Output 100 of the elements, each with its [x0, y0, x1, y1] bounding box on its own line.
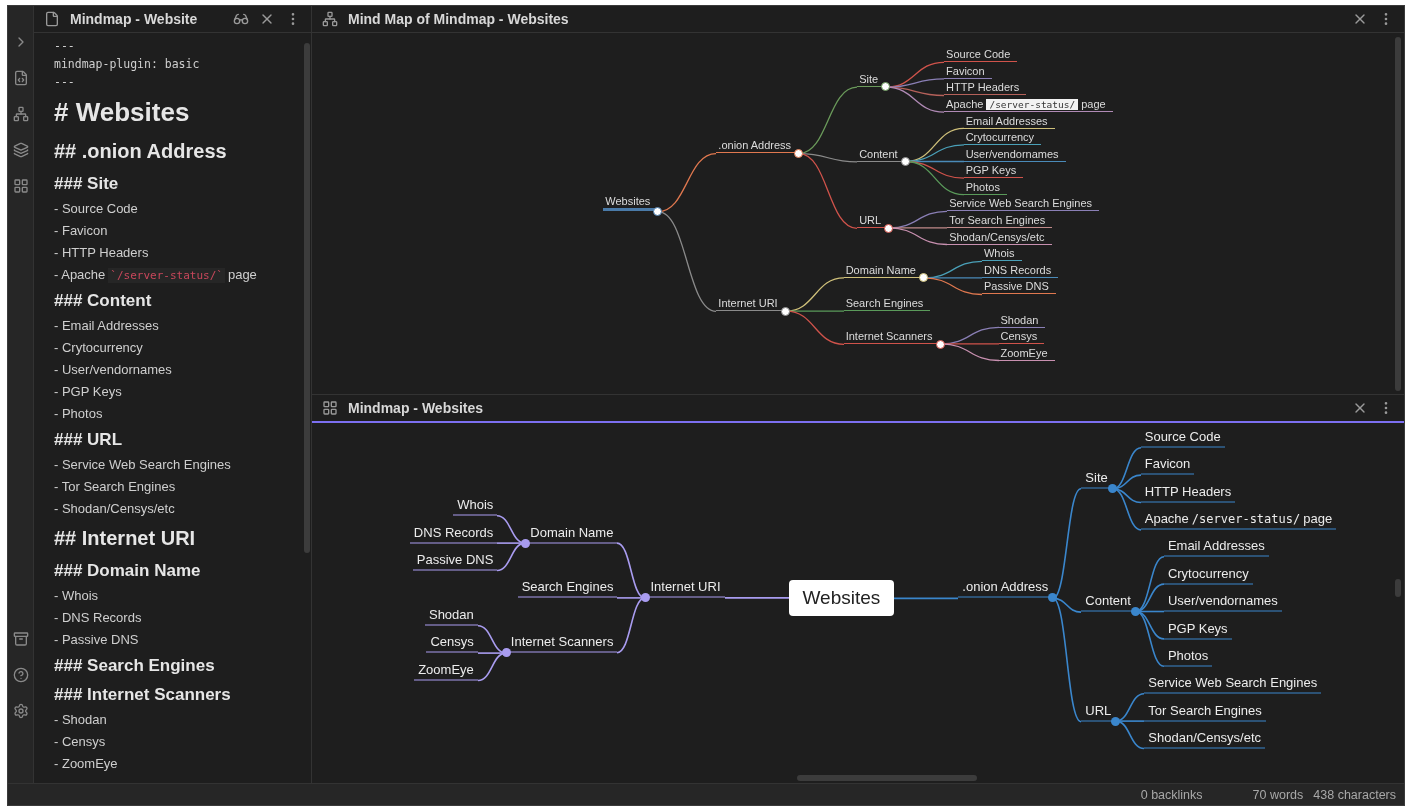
grid-icon[interactable] — [322, 400, 338, 416]
heading: ## Internet URI — [54, 526, 197, 551]
list-item: - ZoomEye — [54, 755, 119, 773]
mindmap-node[interactable]: Source Code — [944, 48, 1018, 63]
mindmap-node[interactable]: PGP Keys — [1163, 620, 1232, 640]
mindmap-node[interactable]: Photos — [963, 180, 1007, 195]
mindmap-node[interactable]: Tor Search Engines — [947, 214, 1053, 229]
list-item: - Tor Search Engines — [54, 478, 177, 496]
reading-view-icon[interactable] — [233, 11, 249, 27]
mindmap-node[interactable]: Shodan — [424, 606, 478, 626]
node-dot[interactable] — [935, 339, 945, 349]
mindmap-node[interactable]: Search Engines — [517, 579, 618, 598]
heading: ### Internet Scanners — [54, 684, 232, 706]
mindmap-node[interactable]: PGP Keys — [963, 164, 1024, 179]
heading: ### Site — [54, 173, 120, 195]
heading: # Websites — [54, 96, 191, 129]
list-item: - Apache `/server-status/` page — [54, 266, 258, 285]
pane-title: Mind Map of Mindmap - Websites — [348, 11, 570, 27]
node-dot[interactable] — [1107, 483, 1117, 493]
mindmap-node[interactable]: Apache /server-status/ page — [1140, 510, 1337, 530]
scrollbar[interactable] — [304, 43, 310, 553]
heading: ### Domain Name — [54, 560, 202, 582]
mindmap-node[interactable]: HTTP Headers — [944, 81, 1027, 96]
list-item: - Censys — [54, 733, 107, 751]
branch-line — [723, 597, 790, 599]
list-item: - Whois — [54, 587, 100, 605]
mindmap-node[interactable]: Service Web Search Engines — [1144, 674, 1322, 694]
node-dot[interactable] — [1111, 716, 1121, 726]
node-dot[interactable] — [780, 306, 790, 316]
scrollbar[interactable] — [797, 775, 977, 781]
mindmap-node[interactable]: Whois — [453, 496, 498, 516]
mindmap-node[interactable]: Photos — [1163, 647, 1213, 667]
mindmap-node[interactable]: Passive DNS — [412, 551, 498, 571]
mindmap-node[interactable]: ZoomEye — [998, 346, 1055, 361]
heading: ## .onion Address — [54, 139, 228, 164]
mindmap-node[interactable]: DNS Records — [981, 263, 1059, 278]
grid-icon[interactable] — [12, 178, 29, 194]
mindmap-node[interactable]: Shodan/Censys/etc — [947, 230, 1052, 245]
mindmap-node[interactable]: Internet Scanners — [843, 330, 940, 345]
file-icon[interactable] — [44, 11, 60, 27]
scrollbar[interactable] — [1395, 37, 1401, 391]
character-count: 438 characters — [1313, 787, 1396, 802]
mindmap-node[interactable]: Shodan/Censys/etc — [1144, 729, 1266, 749]
branch-line — [893, 597, 960, 599]
mindmap-node[interactable]: HTTP Headers — [1140, 483, 1236, 503]
mindmap-node[interactable]: User/vendornames — [1163, 592, 1282, 612]
mindmap-node[interactable]: Crytocurrency — [1163, 565, 1253, 585]
backlinks-count[interactable]: 0 backlinks — [1140, 787, 1203, 802]
list-item: - Source Code — [54, 200, 139, 218]
list-item: - Passive DNS — [54, 631, 140, 649]
mindmap-node[interactable]: Service Web Search Engines — [947, 197, 1099, 212]
list-item: - User/vendornames — [54, 361, 173, 379]
node-dot[interactable] — [1048, 593, 1058, 603]
frontmatter-line: --- — [54, 74, 76, 91]
help-icon[interactable] — [12, 667, 29, 683]
node-dot[interactable] — [881, 82, 891, 92]
list-item: - HTTP Headers — [54, 244, 150, 262]
word-count: 70 words — [1252, 787, 1304, 802]
node-dot[interactable] — [1130, 607, 1140, 617]
list-item: - Photos — [54, 405, 104, 423]
heading: ### URL — [54, 429, 124, 451]
mindmap-node[interactable]: Censys — [426, 633, 478, 653]
root-node[interactable]: Websites — [788, 580, 895, 616]
settings-icon[interactable] — [12, 703, 29, 719]
heading: ### Search Engines — [54, 655, 216, 677]
layers-icon[interactable] — [12, 142, 29, 158]
mindmap-node[interactable]: Favicon — [1140, 455, 1195, 475]
scrollbar[interactable] — [1395, 579, 1401, 597]
node-dot[interactable] — [653, 207, 663, 216]
mindmap-node[interactable]: Search Engines — [843, 297, 931, 312]
list-item: - Crytocurrency — [54, 339, 144, 357]
node-dot[interactable] — [521, 538, 531, 548]
mindmap-node[interactable]: Shodan — [998, 313, 1046, 328]
node-dot[interactable] — [918, 273, 928, 283]
document-icon[interactable] — [12, 70, 29, 86]
node-dot[interactable] — [794, 148, 804, 158]
node-dot[interactable] — [900, 157, 910, 167]
graph-icon[interactable] — [322, 11, 338, 27]
list-item: - PGP Keys — [54, 383, 123, 401]
mindmap-node[interactable]: Whois — [981, 247, 1022, 262]
mindmap-node[interactable]: Source Code — [1140, 428, 1225, 448]
mindmap-node[interactable]: DNS Records — [409, 524, 498, 544]
heading: ### Content — [54, 290, 153, 312]
mindmap-node[interactable]: Passive DNS — [981, 280, 1056, 295]
node-dot[interactable] — [501, 648, 511, 658]
mindmap-node[interactable]: Email Addresses — [1163, 537, 1269, 557]
mindmap-node[interactable]: Tor Search Engines — [1144, 702, 1266, 722]
mindmap-node[interactable]: Apache /server-status/ page — [944, 97, 1113, 112]
node-dot[interactable] — [641, 593, 651, 603]
mindmap-node[interactable]: Censys — [998, 330, 1045, 345]
frontmatter-line: --- — [54, 38, 76, 55]
graph-icon[interactable] — [12, 106, 29, 122]
mindmap-node[interactable]: User/vendornames — [963, 147, 1066, 162]
node-dot[interactable] — [884, 223, 894, 233]
mindmap-node[interactable]: Favicon — [944, 64, 992, 79]
mindmap-node[interactable]: Crytocurrency — [963, 131, 1042, 146]
mindmap-node[interactable]: ZoomEye — [414, 661, 478, 681]
pane-title: Mindmap - Website — [70, 11, 199, 27]
list-item: - Shodan/Censys/etc — [54, 500, 176, 518]
mindmap-node[interactable]: Email Addresses — [963, 114, 1055, 129]
